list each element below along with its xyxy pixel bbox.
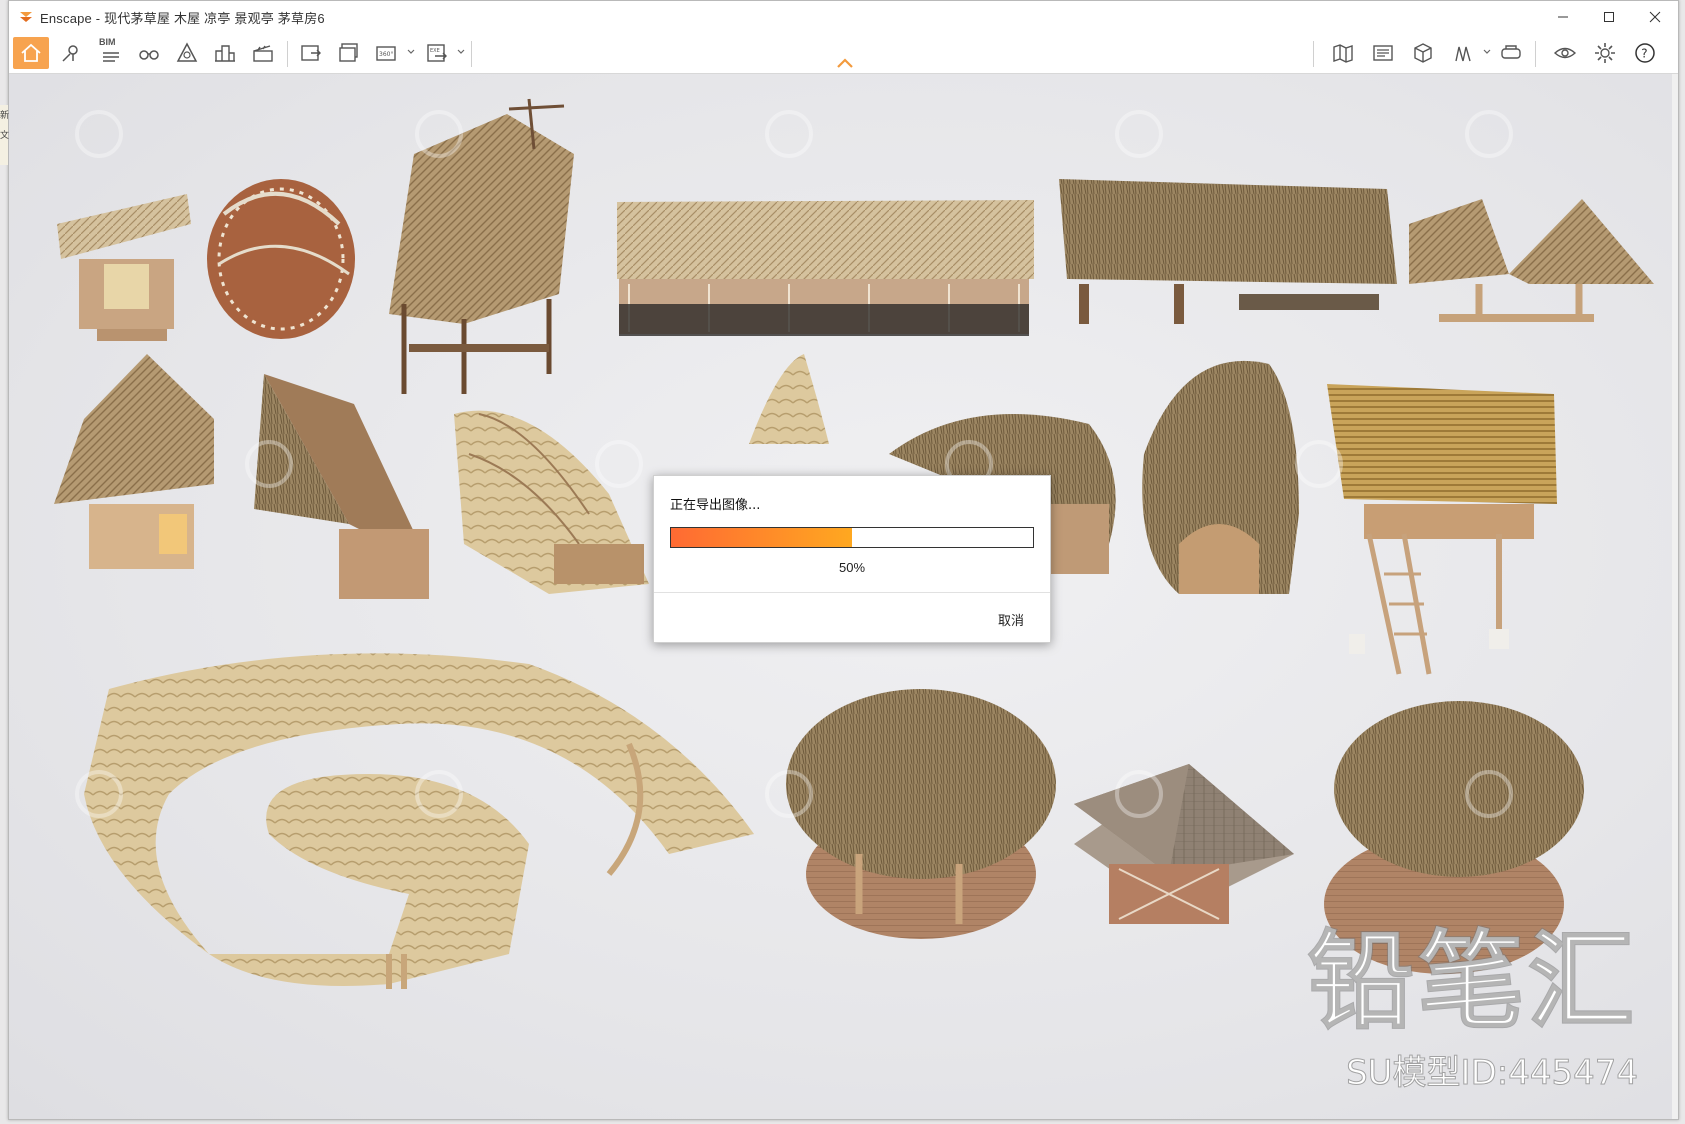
- minimize-button[interactable]: [1540, 1, 1586, 33]
- enscape-toolbar: BIM 360° EXE ?: [9, 33, 1678, 74]
- bim-button[interactable]: [93, 37, 129, 69]
- cube-icon: [1414, 43, 1432, 63]
- buildings-icon: [215, 45, 235, 62]
- enscape-logo-icon: [20, 12, 32, 22]
- screenshot-export-icon: [301, 45, 321, 61]
- arched-canopy-model: [454, 410, 649, 594]
- progress-bar: [670, 527, 1034, 548]
- panorama-360-icon: 360°: [376, 46, 396, 61]
- background-window-text: 文: [0, 130, 10, 140]
- long-pavilion-model: [617, 200, 1034, 336]
- views-button[interactable]: [53, 37, 89, 69]
- small-kiosk-model: [57, 194, 191, 341]
- background-window-edge: 新 文: [0, 105, 10, 165]
- toolbar-separator: [1313, 41, 1314, 67]
- watermark-brand: 铅笔汇 SU模型ID:445474: [1307, 920, 1639, 1094]
- watermark-model-id: SU模型ID:445474: [1346, 1053, 1639, 1094]
- help-button[interactable]: ?: [1627, 37, 1663, 69]
- cube-button[interactable]: [1405, 37, 1441, 69]
- title-bar: Enscape - 现代茅草屋 木屋 凉亭 景观亭 茅草房6: [9, 1, 1678, 33]
- round-thatch-umbrella-model: [786, 689, 1056, 939]
- screenshot-button[interactable]: [293, 37, 329, 69]
- atlas-button[interactable]: [1365, 37, 1401, 69]
- minimize-icon: [1558, 16, 1568, 18]
- video-button[interactable]: [245, 37, 281, 69]
- batch-render-icon: [339, 43, 358, 62]
- visibility-button[interactable]: [1547, 37, 1583, 69]
- arched-grass-tunnel-model: [1142, 360, 1299, 594]
- asset-library-icon: [176, 42, 198, 62]
- eye-icon: [1553, 47, 1577, 59]
- enscape-window: Enscape - 现代茅草屋 木屋 凉亭 景观亭 茅草房6 BIM 360° …: [8, 0, 1679, 1120]
- binoculars-button[interactable]: [131, 37, 167, 69]
- long-grass-shelter-model: [1059, 179, 1397, 324]
- tall-a-frame-hut-model: [389, 98, 574, 394]
- export-progress-dialog: 正在导出图像... 50% 取消: [653, 475, 1051, 643]
- collapse-toolbar-caret-icon[interactable]: [836, 57, 854, 69]
- panorama-button[interactable]: 360°: [369, 37, 405, 69]
- binoculars-icon: [139, 50, 159, 60]
- spiral-canopy-model: [84, 653, 754, 989]
- walk-button[interactable]: [1445, 37, 1481, 69]
- vr-headset-icon: [1501, 45, 1521, 59]
- chevron-down-icon[interactable]: [457, 48, 465, 56]
- batch-render-button[interactable]: [331, 37, 367, 69]
- map-button[interactable]: [1325, 37, 1361, 69]
- gear-icon: [1595, 43, 1615, 63]
- city-button[interactable]: [207, 37, 243, 69]
- hip-roof-hut-model: [54, 354, 214, 569]
- pyramid-gazebo-model: [1074, 764, 1294, 924]
- a-frame-cabin-model: [254, 374, 429, 599]
- bim-list-icon: [103, 52, 119, 62]
- chevron-down-icon[interactable]: [407, 48, 415, 56]
- progress-percent: 50%: [838, 560, 866, 575]
- dialog-title: 正在导出图像...: [670, 498, 761, 513]
- home-icon: [21, 43, 41, 62]
- home-button[interactable]: [13, 37, 49, 69]
- help-label: ?: [1641, 47, 1647, 61]
- cancel-button[interactable]: 取消: [992, 608, 1030, 631]
- clapper-icon: [253, 45, 273, 62]
- maximize-icon: [1604, 12, 1614, 22]
- exe-export-icon: EXE: [427, 44, 447, 62]
- vr-button[interactable]: [1493, 37, 1529, 69]
- walk-icon: [1455, 46, 1471, 62]
- right-edge-strip: [1672, 74, 1678, 1119]
- settings-button[interactable]: [1587, 37, 1623, 69]
- window-title: Enscape - 现代茅草屋 木屋 凉亭 景观亭 茅草房6: [40, 10, 325, 26]
- close-icon: [1649, 11, 1661, 23]
- progress-bar-fill: [671, 528, 852, 547]
- help-icon: ?: [1635, 43, 1655, 63]
- twin-gable-gazebo-model: [1409, 199, 1654, 322]
- toolbar-separator: [287, 41, 288, 67]
- window-controls: [1540, 1, 1678, 33]
- egg-pod-model: [207, 179, 355, 339]
- toolbar-separator: [471, 41, 472, 67]
- atlas-icon: [1373, 45, 1393, 61]
- stilt-hut-model: [1327, 384, 1557, 675]
- panorama-360-label: 360°: [379, 51, 393, 58]
- exe-label: EXE: [430, 48, 440, 54]
- background-window-text: 新: [0, 110, 10, 120]
- cone-hut-model: [749, 354, 829, 444]
- asset-library-button[interactable]: [169, 37, 205, 69]
- chevron-down-icon[interactable]: [1483, 48, 1491, 56]
- exe-export-button[interactable]: EXE: [419, 37, 455, 69]
- location-icon: [62, 45, 78, 62]
- dialog-divider: [654, 592, 1050, 593]
- toolbar-separator: [1535, 41, 1536, 67]
- maximize-button[interactable]: [1586, 1, 1632, 33]
- watermark-brand-text: 铅笔汇: [1307, 920, 1638, 1043]
- close-button[interactable]: [1632, 1, 1678, 33]
- map-icon: [1333, 44, 1353, 63]
